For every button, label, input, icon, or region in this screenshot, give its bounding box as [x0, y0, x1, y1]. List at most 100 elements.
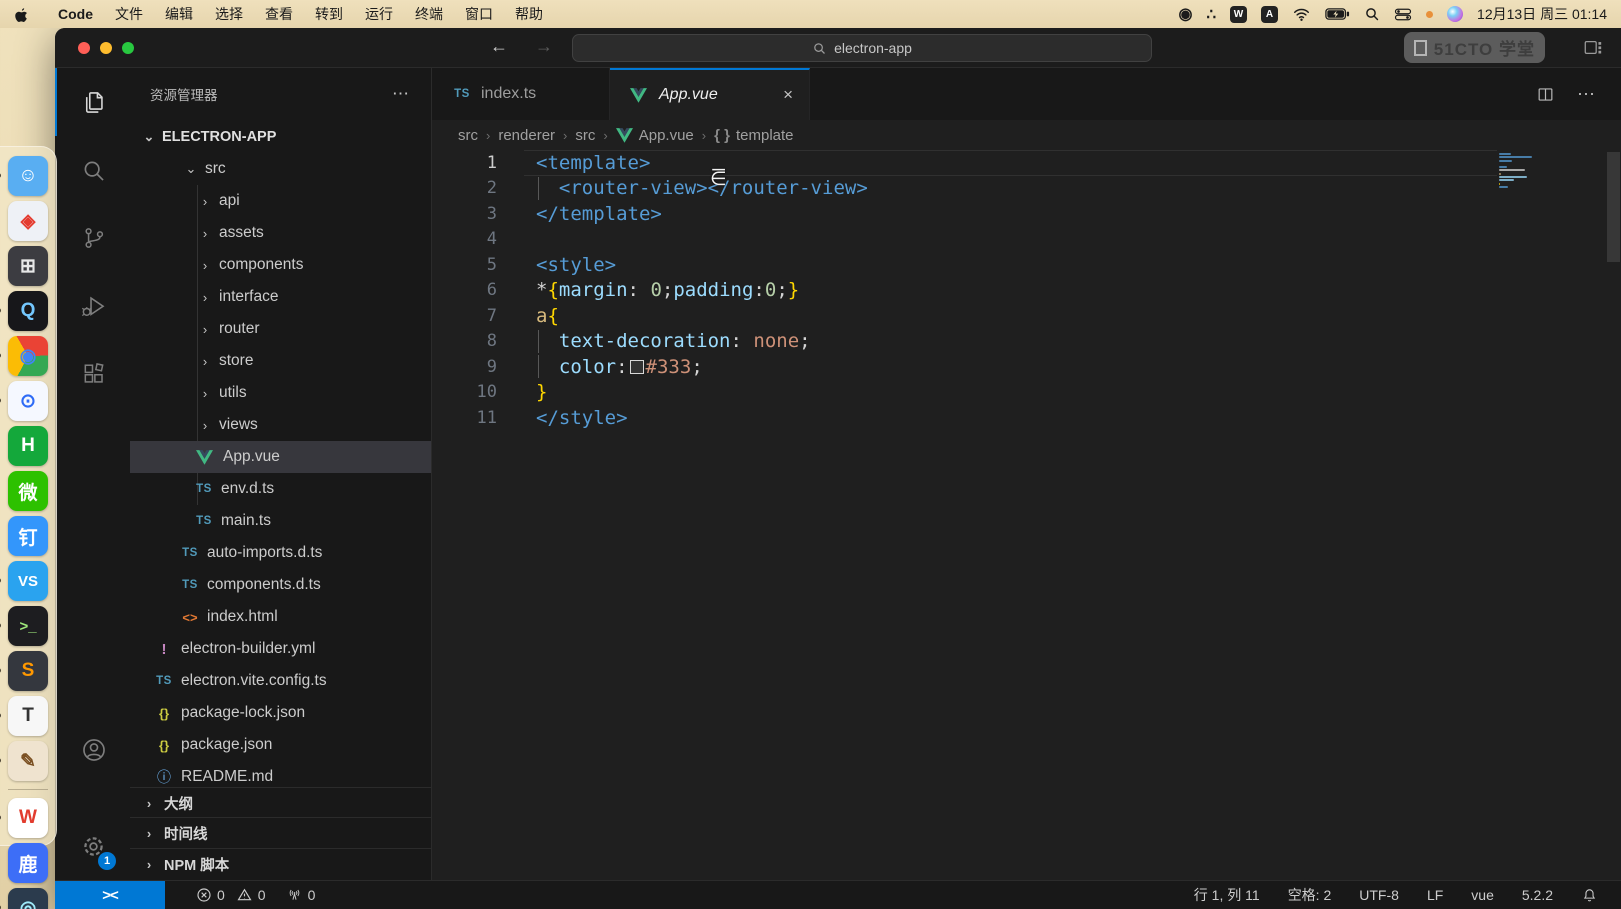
breadcrumb-item-renderer[interactable]: renderer: [498, 127, 555, 144]
navigate-forward-icon[interactable]: →: [535, 36, 553, 57]
tree-item-auto-imports.d.ts[interactable]: TSauto-imports.d.ts: [130, 537, 431, 569]
recording-indicator-dot[interactable]: [1426, 11, 1433, 18]
remote-indicator[interactable]: ><: [55, 881, 165, 909]
dock-item-quicktime[interactable]: Q: [7, 290, 49, 332]
code-line-11[interactable]: 11</style>: [432, 405, 1497, 431]
minimap[interactable]: [1499, 153, 1535, 189]
sidebar-section-npm-scripts[interactable]: › NPM 脚本: [130, 848, 431, 879]
code-line-9[interactable]: 9 color:#333;: [432, 354, 1497, 380]
tree-item-api[interactable]: ›api: [130, 185, 431, 217]
code-line-5[interactable]: 5<style>: [432, 252, 1497, 278]
tree-item-router[interactable]: ›router: [130, 313, 431, 345]
dock-item-wps-office[interactable]: W: [7, 797, 49, 839]
code-line-7[interactable]: 7a{: [432, 303, 1497, 329]
tree-item-package-lock.json[interactable]: {}package-lock.json: [130, 697, 431, 729]
menubar-item-终端[interactable]: 终端: [404, 6, 454, 22]
dock-item-wechat[interactable]: 微: [7, 470, 49, 512]
dock-item-terminal[interactable]: >_: [7, 605, 49, 647]
notifications-bell-icon[interactable]: [1572, 887, 1607, 904]
explorer-more-actions-icon[interactable]: ⋯: [392, 84, 411, 104]
menubar-clock[interactable]: 12月13日 周三 01:14: [1477, 4, 1607, 24]
dock-item-safari[interactable]: ◈: [7, 200, 49, 242]
wps-menu-icon[interactable]: W: [1230, 6, 1247, 23]
menubar-item-文件[interactable]: 文件: [104, 6, 154, 22]
activity-extensions-icon[interactable]: [55, 340, 130, 408]
editor-tab-App.vue[interactable]: App.vue×: [610, 68, 810, 120]
activity-search-icon[interactable]: [55, 136, 130, 204]
tree-item-electron-builder.yml[interactable]: !electron-builder.yml: [130, 633, 431, 665]
tree-item-store[interactable]: ›store: [130, 345, 431, 377]
remote-control-icon[interactable]: ∴: [1206, 5, 1216, 23]
breadcrumb-item-src[interactable]: src: [458, 127, 478, 144]
tree-item-components[interactable]: ›components: [130, 249, 431, 281]
menubar-item-帮助[interactable]: 帮助: [504, 6, 554, 22]
menubar-item-窗口[interactable]: 窗口: [454, 6, 504, 22]
activity-account-icon[interactable]: [55, 716, 130, 784]
activity-run-debug-icon[interactable]: [55, 272, 130, 340]
activity-explorer-icon[interactable]: [55, 68, 130, 136]
command-center-search[interactable]: electron-app: [572, 34, 1152, 62]
status-language-mode[interactable]: vue: [1462, 887, 1503, 903]
tree-item-package.json[interactable]: {}package.json: [130, 729, 431, 761]
menubar-item-选择[interactable]: 选择: [204, 6, 254, 22]
input-source-icon[interactable]: A: [1261, 6, 1278, 23]
problems-indicator[interactable]: 0 0: [187, 887, 275, 903]
editor-more-actions-icon[interactable]: ⋯: [1577, 84, 1595, 105]
dock-item-chrome[interactable]: ◉: [7, 335, 49, 377]
menubar-item-编辑[interactable]: 编辑: [154, 6, 204, 22]
menubar-item-转到[interactable]: 转到: [304, 6, 354, 22]
code-line-1[interactable]: 1<template>: [432, 150, 1497, 176]
status-vue-version[interactable]: 5.2.2: [1513, 887, 1562, 903]
sidebar-section-timeline[interactable]: › 时间线: [130, 817, 431, 848]
apple-menu[interactable]: [14, 6, 29, 23]
code-line-4[interactable]: 4: [432, 227, 1497, 253]
dock-item-hbuilderx[interactable]: H: [7, 425, 49, 467]
dock-item-sublime-text[interactable]: S: [7, 650, 49, 692]
dock-item-launchpad[interactable]: ⊞: [7, 245, 49, 287]
code-line-8[interactable]: 8 text-decoration: none;: [432, 329, 1497, 355]
close-window-button[interactable]: [78, 42, 90, 54]
tree-item-views[interactable]: ›views: [130, 409, 431, 441]
dock-item-vscode[interactable]: VS: [7, 560, 49, 602]
editor-tab-index.ts[interactable]: TSindex.ts: [432, 68, 610, 120]
tree-item-utils[interactable]: ›utils: [130, 377, 431, 409]
breadcrumb-item-template[interactable]: { }template: [714, 127, 793, 144]
dock-item-typora[interactable]: T: [7, 695, 49, 737]
sidebar-section-outline[interactable]: › 大纲: [130, 787, 431, 818]
tree-item-interface[interactable]: ›interface: [130, 281, 431, 313]
navigate-back-icon[interactable]: ←: [490, 36, 508, 57]
status-encoding[interactable]: UTF-8: [1350, 887, 1408, 903]
tree-item-env.d.ts[interactable]: TSenv.d.ts: [130, 473, 431, 505]
breadcrumb-item-src[interactable]: src: [575, 127, 595, 144]
tree-item-components.d.ts[interactable]: TScomponents.d.ts: [130, 569, 431, 601]
status-indentation[interactable]: 空格: 2: [1279, 885, 1341, 905]
code-line-10[interactable]: 10}: [432, 380, 1497, 406]
wifi-icon[interactable]: [1292, 7, 1311, 22]
customize-layout-icon[interactable]: [1583, 38, 1603, 57]
menubar-item-Code[interactable]: Code: [47, 6, 104, 22]
tree-item-index.html[interactable]: <>index.html: [130, 601, 431, 633]
dock-item-electron[interactable]: ◎: [7, 887, 49, 909]
split-editor-icon[interactable]: [1536, 85, 1555, 104]
tree-item-main.ts[interactable]: TSmain.ts: [130, 505, 431, 537]
activity-settings-icon[interactable]: 1: [55, 812, 130, 880]
dock-item-paint-app[interactable]: ✎: [7, 740, 49, 782]
zoom-window-button[interactable]: [122, 42, 134, 54]
status-eol[interactable]: LF: [1418, 887, 1452, 903]
breadcrumb-item-App.vue[interactable]: App.vue: [616, 127, 694, 144]
menubar-item-查看[interactable]: 查看: [254, 6, 304, 22]
ports-indicator[interactable]: 0: [277, 887, 325, 903]
dock-item-dingtalk[interactable]: 钉: [7, 515, 49, 557]
code-editor[interactable]: 1<template>2 <router-view></router-view>…: [432, 150, 1621, 880]
control-center-icon[interactable]: [1394, 7, 1412, 22]
dock-item-tencent-meeting[interactable]: ⊙: [7, 380, 49, 422]
battery-icon[interactable]: [1325, 7, 1350, 21]
tree-item-src[interactable]: ⌄src: [130, 153, 431, 185]
editor-scrollbar[interactable]: [1607, 152, 1620, 262]
minimize-window-button[interactable]: [100, 42, 112, 54]
menubar-item-运行[interactable]: 运行: [354, 6, 404, 22]
code-line-2[interactable]: 2 <router-view></router-view>: [432, 176, 1497, 202]
activity-source-control-icon[interactable]: [55, 204, 130, 272]
dock-item-finder[interactable]: ☺: [7, 155, 49, 197]
tree-item-assets[interactable]: ›assets: [130, 217, 431, 249]
